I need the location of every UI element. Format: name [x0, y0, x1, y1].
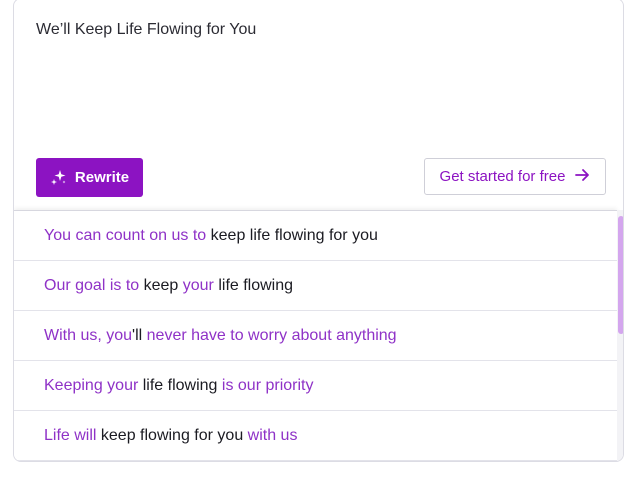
suggestion-list: You can count on us to keep life flowing… — [14, 210, 617, 461]
arrow-right-icon — [575, 168, 590, 186]
suggestion-item[interactable]: You can count on us to keep life flowing… — [14, 211, 617, 261]
suggestion-changed-text: Life will — [44, 426, 101, 444]
get-started-button[interactable]: Get started for free — [424, 158, 606, 195]
rewrite-card: We’ll Keep Life Flowing for You Rewrite … — [13, 0, 624, 462]
editor-text[interactable]: We’ll Keep Life Flowing for You — [36, 21, 256, 39]
suggestion-changed-text: is our priority — [221, 376, 314, 394]
sparkle-icon — [50, 169, 67, 186]
suggestion-kept-text: life flowing — [142, 376, 222, 394]
suggestion-changed-text: with us — [247, 426, 298, 444]
get-started-label: Get started for free — [439, 168, 566, 185]
suggestion-changed-text: your — [182, 276, 219, 294]
suggestion-kept-text: keep flowing for you — [100, 426, 248, 444]
scrollbar-thumb[interactable] — [618, 216, 623, 334]
suggestion-item[interactable]: Life will keep flowing for you with us — [14, 411, 617, 461]
suggestion-kept-text: life flowing — [218, 276, 294, 294]
suggestion-changed-text: Keeping your — [44, 376, 143, 394]
suggestion-item[interactable]: Our goal is to keep your life flowing — [14, 261, 617, 311]
suggestion-changed-text: You can count on us to — [44, 226, 211, 244]
rewrite-button[interactable]: Rewrite — [36, 158, 143, 197]
suggestion-changed-text: With us, you — [44, 326, 133, 344]
suggestion-kept-text: keep — [143, 276, 183, 294]
suggestion-changed-text: Our goal is to — [44, 276, 144, 294]
suggestion-item[interactable]: Keeping your life flowing is our priorit… — [14, 361, 617, 411]
suggestion-item[interactable]: With us, you'll never have to worry abou… — [14, 311, 617, 361]
scrollbar[interactable] — [617, 210, 623, 461]
rewrite-button-label: Rewrite — [74, 169, 130, 186]
suggestion-kept-text: keep life flowing for you — [210, 226, 378, 244]
suggestion-changed-text: never have to worry about anything — [146, 326, 397, 344]
suggestion-kept-text: 'll — [132, 326, 147, 344]
